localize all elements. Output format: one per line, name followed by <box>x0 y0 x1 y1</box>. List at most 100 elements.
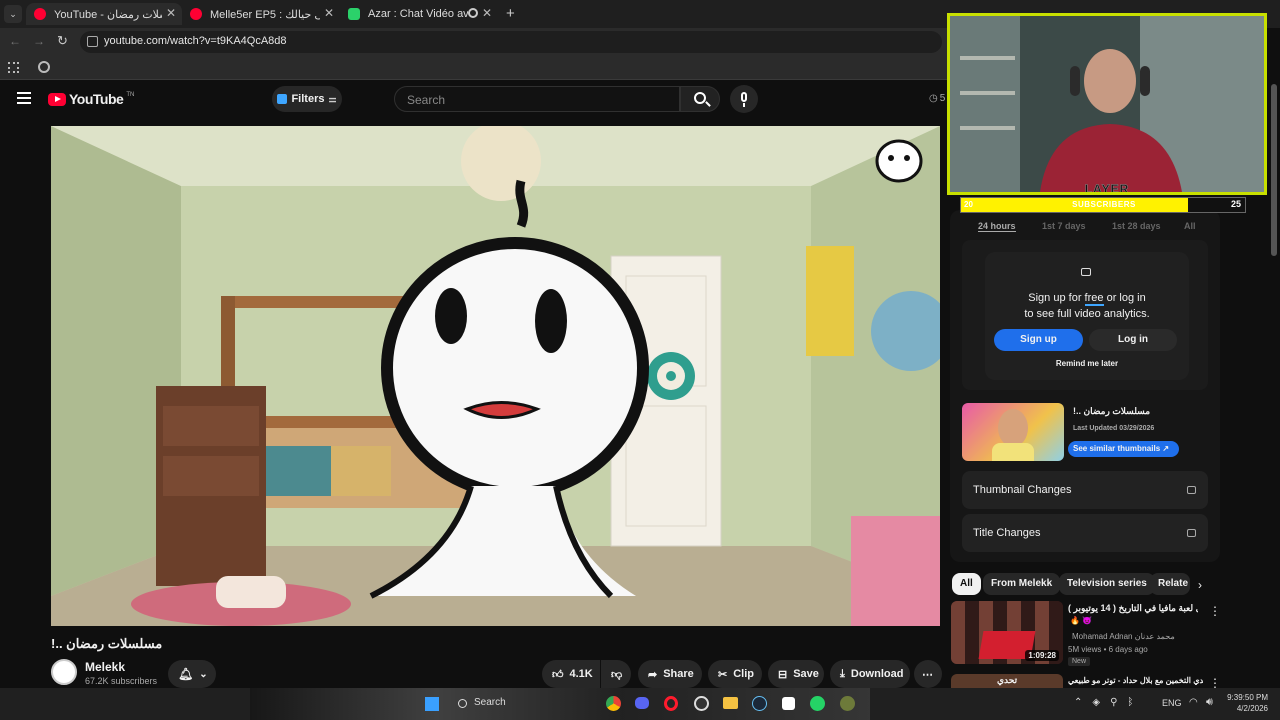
tab-24-hours[interactable]: 24 hours <box>978 221 1016 232</box>
save-label: Save <box>793 668 819 680</box>
chip-related[interactable]: Relate <box>1150 573 1190 595</box>
search-icon <box>458 699 467 708</box>
file-explorer-icon[interactable] <box>723 697 738 709</box>
reload-icon[interactable]: ↻ <box>57 33 68 49</box>
tab-first-28-days[interactable]: 1st 28 days <box>1112 221 1161 231</box>
tab-youtube[interactable]: YouTube - مسلسلات رمضان !.. ✕ <box>26 3 182 25</box>
url-input[interactable]: youtube.com/watch?v=t9KA4QcA8d8 <box>80 31 942 53</box>
taskbar-search[interactable]: Search <box>450 694 560 714</box>
history-indicator[interactable]: ◷ 5 <box>929 93 945 104</box>
thumbnail-changes-label: Thumbnail Changes <box>973 484 1072 496</box>
channel-name[interactable]: Melekk <box>85 660 125 674</box>
apps-grid-icon[interactable] <box>8 62 19 73</box>
related-video-title[interactable]: أقوى لعبة مافيا في التاريخ ( 14 يوتيوبر … <box>1068 603 1198 614</box>
clip-label: Clip <box>733 668 754 680</box>
language-indicator[interactable]: ENG <box>1162 698 1182 708</box>
chrome-icon[interactable] <box>606 696 621 711</box>
see-similar-thumbnails-button[interactable]: See similar thumbnails ↗ <box>1068 441 1179 457</box>
video-player[interactable] <box>51 126 940 626</box>
tab-label: Azar : Chat Vidéo avec de r <box>368 8 468 20</box>
youtube-play-icon <box>48 92 66 106</box>
lock-icon <box>1081 268 1091 276</box>
back-icon[interactable]: ← <box>9 34 21 48</box>
site-info-icon[interactable] <box>87 36 98 47</box>
subscriber-count: 67.2K subscribers <box>85 676 158 686</box>
chevron-up-icon[interactable]: ⌃ <box>1074 697 1082 708</box>
signup-text-1: Sign up for <box>1028 292 1082 304</box>
title-changes-label: Title Changes <box>973 527 1041 539</box>
login-button[interactable]: Log in <box>1089 329 1177 351</box>
related-meta: 5M views • 6 days ago <box>1068 645 1148 654</box>
voice-search-button[interactable] <box>730 85 758 113</box>
signup-button[interactable]: Sign up <box>994 329 1083 351</box>
related-channel[interactable]: Mohamad Adnan محمد عدنان <box>1072 632 1175 641</box>
related-video-title[interactable]: تحدي التخمين مع بلال حداد - توتر مو طبيع… <box>1068 676 1203 685</box>
clock[interactable]: 9:39:50 PM 4/2/2026 <box>1222 692 1268 714</box>
new-tab-button[interactable]: + <box>506 5 515 22</box>
menu-icon[interactable] <box>17 92 31 104</box>
subscriber-goal-bar: 20 SUBSCRIBERS 25 <box>960 197 1246 213</box>
bluetooth-icon[interactable]: ᛒ <box>1127 697 1133 708</box>
search-input[interactable]: Search <box>394 86 680 112</box>
steam-icon[interactable] <box>752 696 767 711</box>
channel-avatar[interactable] <box>51 659 77 685</box>
thumbnail-video-title: !.. مسلسلات رمضان <box>1073 406 1151 416</box>
taskbar: Search ⌃ ◈ ⚲ ᛒ ENG ◠ 🔊︎ 9:39:50 PM 4/2/2… <box>0 688 1280 720</box>
globe-icon[interactable] <box>38 61 50 73</box>
youtube-logo[interactable]: YouTube TN <box>48 91 134 107</box>
tab-azar[interactable]: Azar : Chat Vidéo avec de r ✕ <box>340 3 498 25</box>
remind-later-link[interactable]: Remind me later <box>985 359 1189 368</box>
close-icon[interactable]: ✕ <box>324 6 334 20</box>
filters-button[interactable]: Filters ⚌ <box>272 86 342 112</box>
save-button[interactable]: ⊟ Save <box>768 660 824 688</box>
chevron-right-icon[interactable]: › <box>1198 578 1202 592</box>
discord-icon[interactable] <box>635 697 649 709</box>
video-thumbnail[interactable] <box>962 403 1064 461</box>
tab-search-dropdown[interactable]: ⌄ <box>4 5 22 23</box>
related-thumbnail[interactable]: تحدي <box>951 674 1063 688</box>
clock-date: 4/2/2026 <box>1236 704 1268 713</box>
chip-from-melekk[interactable]: From Melekk <box>983 573 1061 595</box>
more-actions-button[interactable]: ⋯ <box>914 660 942 688</box>
tab-first-7-days[interactable]: 1st 7 days <box>1042 221 1086 231</box>
like-button[interactable]: 👍︎ 4.1K <box>542 660 600 688</box>
close-icon[interactable]: ✕ <box>166 6 176 20</box>
windows-start-icon[interactable] <box>425 697 439 711</box>
chevron-down-icon: ⌄ <box>199 668 208 680</box>
microphone-icon[interactable]: ⚲ <box>1110 697 1117 708</box>
whatsapp-icon[interactable] <box>810 696 825 711</box>
chip-television-series[interactable]: Television series <box>1059 573 1155 595</box>
clip-button[interactable]: ✂ Clip <box>708 660 762 688</box>
filter-logo-icon <box>277 94 288 104</box>
signup-card: Sign up for free or log in to see full v… <box>985 252 1189 380</box>
webcam-overlay: LAYER <box>947 13 1267 195</box>
close-icon[interactable]: ✕ <box>482 6 492 20</box>
similar-label: See similar thumbnails <box>1073 444 1161 453</box>
opera-icon[interactable] <box>664 696 678 711</box>
tab-melle5er[interactable]: Melle5er EP5 : لطيف على حيالك ✕ <box>182 3 340 25</box>
share-button[interactable]: ➦ Share <box>638 660 702 688</box>
chip-all[interactable]: All <box>952 573 981 595</box>
capcut-icon[interactable] <box>782 697 795 710</box>
related-thumbnail[interactable]: 1:09:28 <box>951 601 1063 664</box>
dislike-button[interactable]: 👎︎ <box>601 660 631 688</box>
video-duration: 1:09:28 <box>1025 650 1059 661</box>
notification-button[interactable]: 🔔︎ ⌄ <box>168 660 216 688</box>
bookmark-icon: ⊟ <box>778 668 788 681</box>
thumbnail-changes-row[interactable]: Thumbnail Changes <box>962 471 1208 509</box>
tab-all[interactable]: All <box>1184 221 1196 231</box>
free-link[interactable]: free <box>1084 292 1104 306</box>
more-vertical-icon[interactable]: ⋮ <box>1209 604 1221 618</box>
wifi-icon[interactable]: ◠ <box>1189 697 1198 708</box>
forward-icon[interactable]: → <box>33 34 45 48</box>
taskbar-search-label: Search <box>474 697 506 708</box>
download-button[interactable]: ⤓ Download <box>830 660 910 688</box>
page-scrollbar[interactable] <box>1271 84 1277 256</box>
search-button[interactable] <box>680 86 720 112</box>
obs-icon[interactable] <box>694 696 709 711</box>
audio-indicator-icon[interactable] <box>468 8 478 18</box>
app-icon[interactable] <box>840 696 855 711</box>
network-icon[interactable]: ◈ <box>1092 697 1100 708</box>
title-changes-row[interactable]: Title Changes <box>962 514 1208 552</box>
volume-icon[interactable]: 🔊︎ <box>1206 696 1213 709</box>
